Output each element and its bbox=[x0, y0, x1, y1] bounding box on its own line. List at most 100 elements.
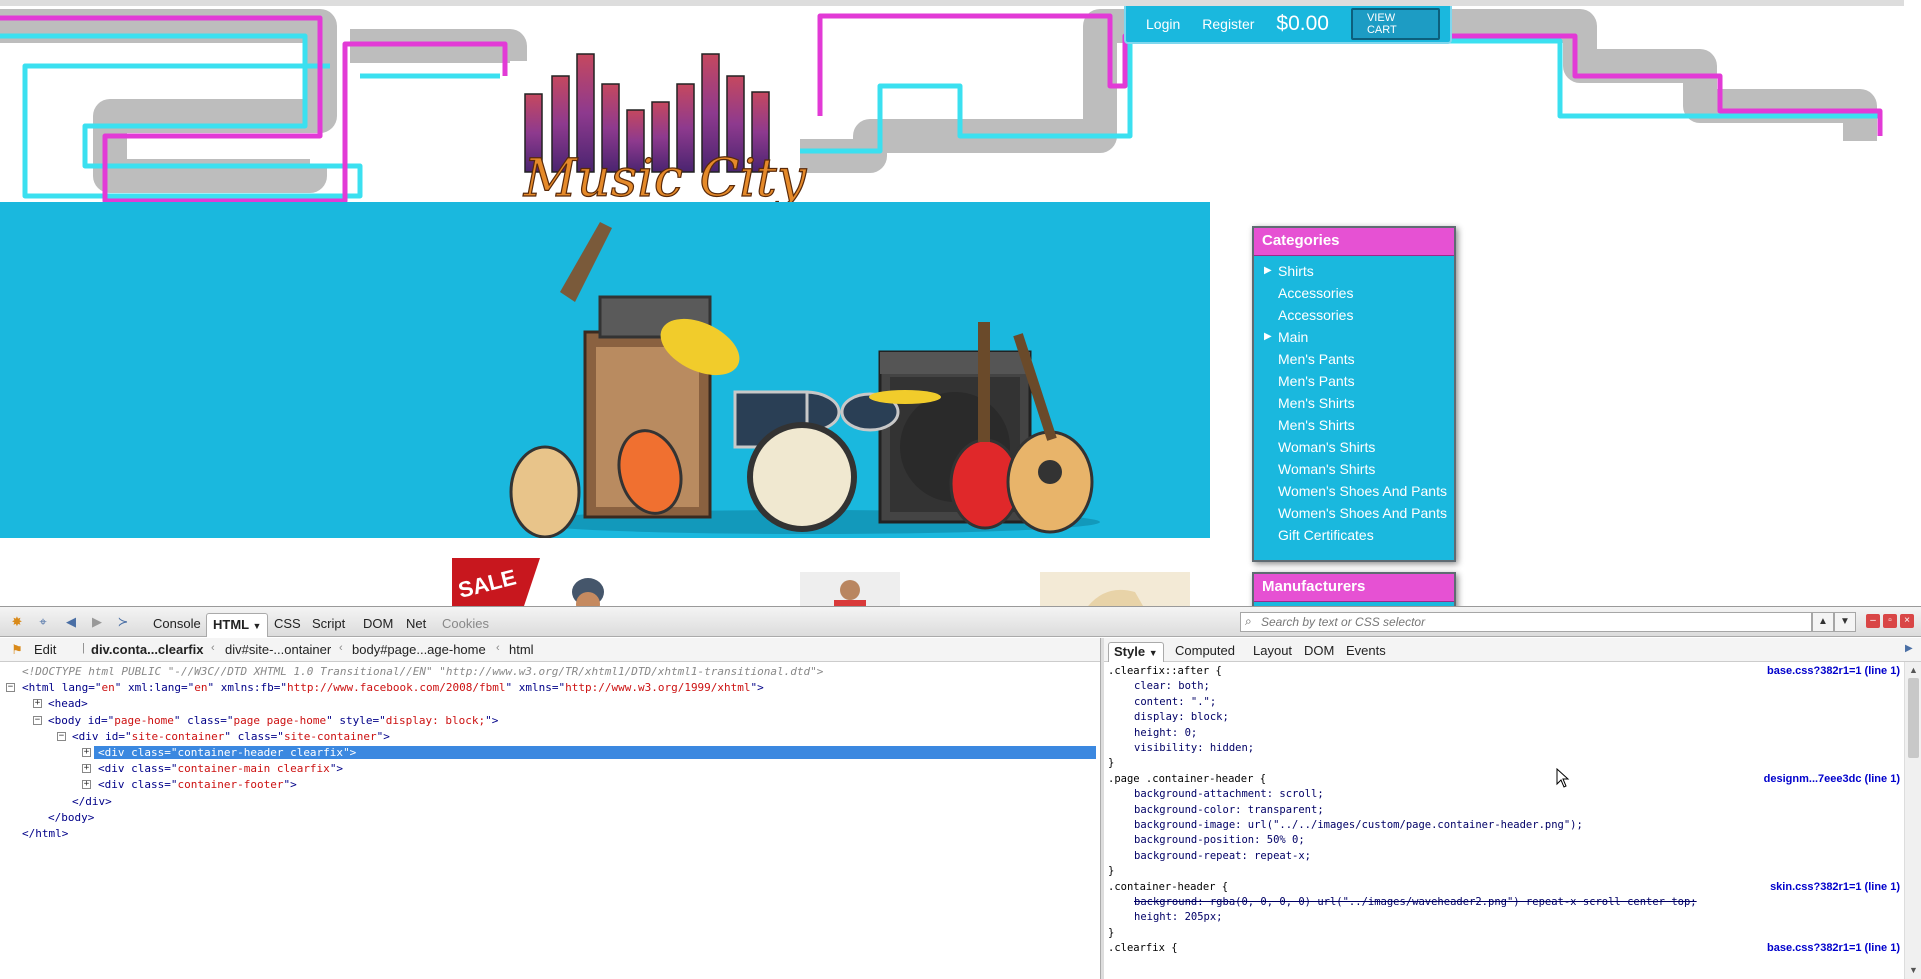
back-arrow-icon[interactable]: ◀ bbox=[62, 613, 80, 631]
css-property[interactable]: height: 205px; bbox=[1108, 911, 1900, 924]
collapse-node-icon[interactable]: − bbox=[33, 715, 42, 725]
breadcrumb-separator: ‹ bbox=[496, 642, 500, 654]
css-panel-scrollbar[interactable]: ▲ ▼ bbox=[1904, 662, 1921, 979]
style-dropdown-icon[interactable]: ▼ bbox=[1149, 648, 1158, 658]
category-item[interactable]: Woman's Shirts bbox=[1254, 436, 1454, 458]
category-item[interactable]: ▶ Shirts bbox=[1254, 260, 1454, 282]
css-property[interactable]: background-color: transparent; bbox=[1108, 804, 1900, 817]
category-item[interactable]: Women's Shoes And Pants bbox=[1254, 502, 1454, 524]
css-selector[interactable]: .clearfix::after {base.css?382r1=1 (line… bbox=[1108, 665, 1900, 678]
tree-node[interactable]: </body> bbox=[48, 811, 94, 824]
command-line-icon[interactable]: ≻ bbox=[114, 613, 132, 631]
tree-node[interactable]: <body id="page-home" class="page page-ho… bbox=[48, 714, 498, 727]
layout-icon[interactable]: ⚑ bbox=[8, 641, 26, 659]
css-source-link[interactable]: base.css?382r1=1 (line 1) bbox=[1767, 942, 1900, 955]
side-tab-dom[interactable]: DOM bbox=[1299, 642, 1339, 662]
css-property[interactable]: clear: both; bbox=[1108, 680, 1900, 693]
expand-arrow-icon[interactable]: ▶ bbox=[1264, 260, 1272, 282]
tree-node[interactable]: </html> bbox=[22, 827, 68, 840]
side-tab-layout[interactable]: Layout bbox=[1248, 642, 1297, 662]
expand-node-icon[interactable]: + bbox=[82, 764, 91, 774]
view-cart-button[interactable]: VIEW CART bbox=[1350, 8, 1440, 40]
css-property[interactable]: background-repeat: repeat-x; bbox=[1108, 850, 1900, 863]
tree-node[interactable]: </div> bbox=[72, 795, 112, 808]
expand-node-icon[interactable]: + bbox=[82, 780, 91, 790]
inspect-element-icon[interactable]: ⌖ bbox=[34, 613, 52, 631]
expand-node-icon[interactable]: + bbox=[82, 748, 91, 757]
css-scroll-down-icon[interactable]: ▼ bbox=[1905, 962, 1921, 978]
tab-console[interactable]: Console bbox=[147, 613, 207, 637]
side-tab-events[interactable]: Events bbox=[1341, 642, 1391, 662]
tree-node[interactable]: <div class="container-footer"> bbox=[98, 778, 297, 791]
category-item[interactable]: Accessories bbox=[1254, 282, 1454, 304]
breadcrumb-item[interactable]: div.conta...clearfix bbox=[91, 642, 203, 657]
css-property[interactable]: background-image: url("../../images/cust… bbox=[1108, 819, 1900, 832]
tree-node[interactable]: <head> bbox=[48, 697, 88, 710]
category-item[interactable]: Gift Certificates bbox=[1254, 524, 1454, 546]
tab-cookies[interactable]: Cookies bbox=[436, 613, 495, 637]
css-selector[interactable]: .container-header {skin.css?382r1=1 (lin… bbox=[1108, 881, 1900, 894]
login-link[interactable]: Login bbox=[1146, 16, 1180, 32]
side-panel-more-icon[interactable]: ▶ bbox=[1900, 642, 1918, 662]
product-thumbnail-shirt[interactable] bbox=[800, 572, 900, 606]
category-item[interactable]: Men's Pants bbox=[1254, 370, 1454, 392]
css-property[interactable]: background-position: 50% 0; bbox=[1108, 834, 1900, 847]
css-property[interactable]: height: 0; bbox=[1108, 727, 1900, 740]
detach-icon[interactable]: ▫ bbox=[1883, 614, 1897, 628]
register-link[interactable]: Register bbox=[1202, 16, 1254, 32]
side-tab-computed[interactable]: Computed bbox=[1170, 642, 1240, 662]
collapse-node-icon[interactable]: − bbox=[6, 683, 15, 693]
tab-dom[interactable]: DOM bbox=[357, 613, 399, 637]
collapse-node-icon[interactable]: − bbox=[57, 731, 66, 741]
category-item[interactable]: Men's Shirts bbox=[1254, 392, 1454, 414]
breadcrumb-item[interactable]: div#site-...ontainer bbox=[225, 642, 331, 657]
edit-button[interactable]: Edit bbox=[34, 642, 56, 657]
css-property[interactable]: display: block; bbox=[1108, 711, 1900, 724]
category-item[interactable]: ▶ Main bbox=[1254, 326, 1454, 348]
hero-banner[interactable] bbox=[0, 202, 1210, 538]
breadcrumb-item[interactable]: html bbox=[509, 642, 534, 657]
expand-node-icon[interactable]: + bbox=[33, 699, 42, 709]
firebug-bug-icon[interactable]: ✸ bbox=[8, 613, 26, 631]
search-next-button[interactable]: ▼ bbox=[1834, 612, 1856, 632]
tab-html[interactable]: HTML ▼ bbox=[206, 613, 269, 637]
tab-net[interactable]: Net bbox=[400, 613, 432, 637]
css-property[interactable]: background-attachment: scroll; bbox=[1108, 788, 1900, 801]
breadcrumb-item[interactable]: body#page...age-home bbox=[352, 642, 486, 657]
side-tab-style[interactable]: Style ▼ bbox=[1108, 642, 1164, 662]
category-item[interactable]: Men's Pants bbox=[1254, 348, 1454, 370]
css-source-link[interactable]: skin.css?382r1=1 (line 1) bbox=[1770, 881, 1900, 894]
tree-node-selected[interactable]: <div class="container-header clearfix"> bbox=[94, 746, 1096, 759]
css-scroll-up-icon[interactable]: ▲ bbox=[1905, 662, 1921, 678]
css-source-link[interactable]: base.css?382r1=1 (line 1) bbox=[1767, 665, 1900, 678]
category-item[interactable]: Accessories bbox=[1254, 304, 1454, 326]
tree-node[interactable]: <!DOCTYPE html PUBLIC "-//W3C//DTD XHTML… bbox=[22, 665, 823, 678]
css-property[interactable]: content: "."; bbox=[1108, 696, 1900, 709]
close-icon[interactable]: × bbox=[1900, 614, 1914, 628]
css-selector[interactable]: .page .container-header {designm...7eee3… bbox=[1108, 773, 1900, 786]
nav-home-link[interactable]: Home bbox=[1390, 62, 1435, 82]
css-property-overridden[interactable]: background: rgba(0, 0, 0, 0) url("../ima… bbox=[1108, 896, 1900, 909]
css-scroll-thumb[interactable] bbox=[1908, 678, 1919, 758]
css-source-link[interactable]: designm...7eee3dc (line 1) bbox=[1764, 773, 1900, 786]
tree-node[interactable]: <html lang="en" xml:lang="en" xmlns:fb="… bbox=[22, 681, 764, 694]
category-item[interactable]: Woman's Shirts bbox=[1254, 458, 1454, 480]
firebug-search-input[interactable]: ⌕ Search by text or CSS selector bbox=[1240, 612, 1812, 632]
category-item[interactable]: Men's Shirts bbox=[1254, 414, 1454, 436]
tree-node[interactable]: <div id="site-container" class="site-con… bbox=[72, 730, 390, 743]
category-label: Woman's Shirts bbox=[1278, 461, 1376, 477]
search-prev-button[interactable]: ▲ bbox=[1812, 612, 1834, 632]
css-selector[interactable]: .clearfix {base.css?382r1=1 (line 1) bbox=[1108, 942, 1900, 955]
tab-script[interactable]: Script bbox=[306, 613, 351, 637]
expand-arrow-icon[interactable]: ▶ bbox=[1264, 326, 1272, 348]
css-property[interactable]: visibility: hidden; bbox=[1108, 742, 1900, 755]
product-thumbnail-woman[interactable] bbox=[1040, 572, 1190, 606]
tab-css[interactable]: CSS bbox=[268, 613, 307, 637]
tree-node[interactable]: <div class="container-main clearfix"> bbox=[98, 762, 343, 775]
tab-dropdown-icon[interactable]: ▼ bbox=[253, 621, 262, 631]
category-item[interactable]: Women's Shoes And Pants bbox=[1254, 480, 1454, 502]
forward-arrow-icon[interactable]: ▶ bbox=[88, 613, 106, 631]
minimize-icon[interactable]: – bbox=[1866, 614, 1880, 628]
product-thumbnail-beanie[interactable] bbox=[566, 572, 610, 606]
sale-badge[interactable]: SALE bbox=[452, 556, 540, 606]
